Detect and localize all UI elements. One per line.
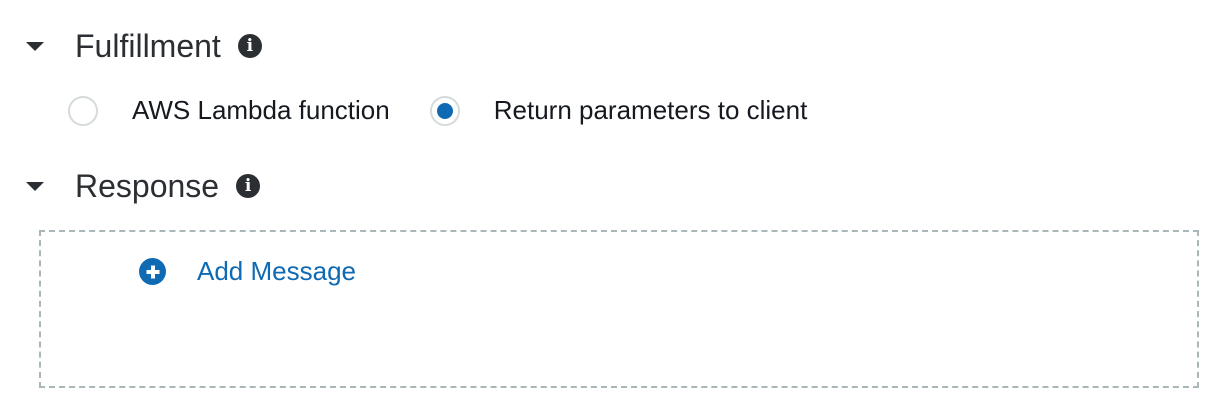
add-message-button[interactable]: Add Message xyxy=(139,256,356,287)
return-parameters-radio[interactable] xyxy=(429,95,460,126)
response-section-header[interactable]: Response i xyxy=(26,168,261,204)
info-icon[interactable]: i xyxy=(236,174,261,198)
caret-down-icon[interactable] xyxy=(26,181,44,191)
aws-lambda-radio[interactable] xyxy=(68,95,98,126)
radio-option-return-parameters[interactable]: Return parameters to client xyxy=(429,95,808,126)
caret-down-icon[interactable] xyxy=(26,41,44,51)
aws-lambda-label[interactable]: AWS Lambda function xyxy=(132,95,390,126)
info-icon[interactable]: i xyxy=(237,34,262,58)
fulfillment-section-header[interactable]: Fulfillment i xyxy=(26,30,262,62)
return-parameters-label[interactable]: Return parameters to client xyxy=(494,95,808,126)
fulfillment-options: AWS Lambda function Return parameters to… xyxy=(68,95,807,126)
radio-option-aws-lambda[interactable]: AWS Lambda function xyxy=(68,95,430,126)
add-message-label[interactable]: Add Message xyxy=(197,256,356,287)
plus-circle-icon[interactable] xyxy=(139,258,166,285)
response-dropzone: Add Message xyxy=(39,230,1199,388)
response-title: Response xyxy=(75,168,220,204)
fulfillment-title: Fulfillment xyxy=(75,28,221,64)
